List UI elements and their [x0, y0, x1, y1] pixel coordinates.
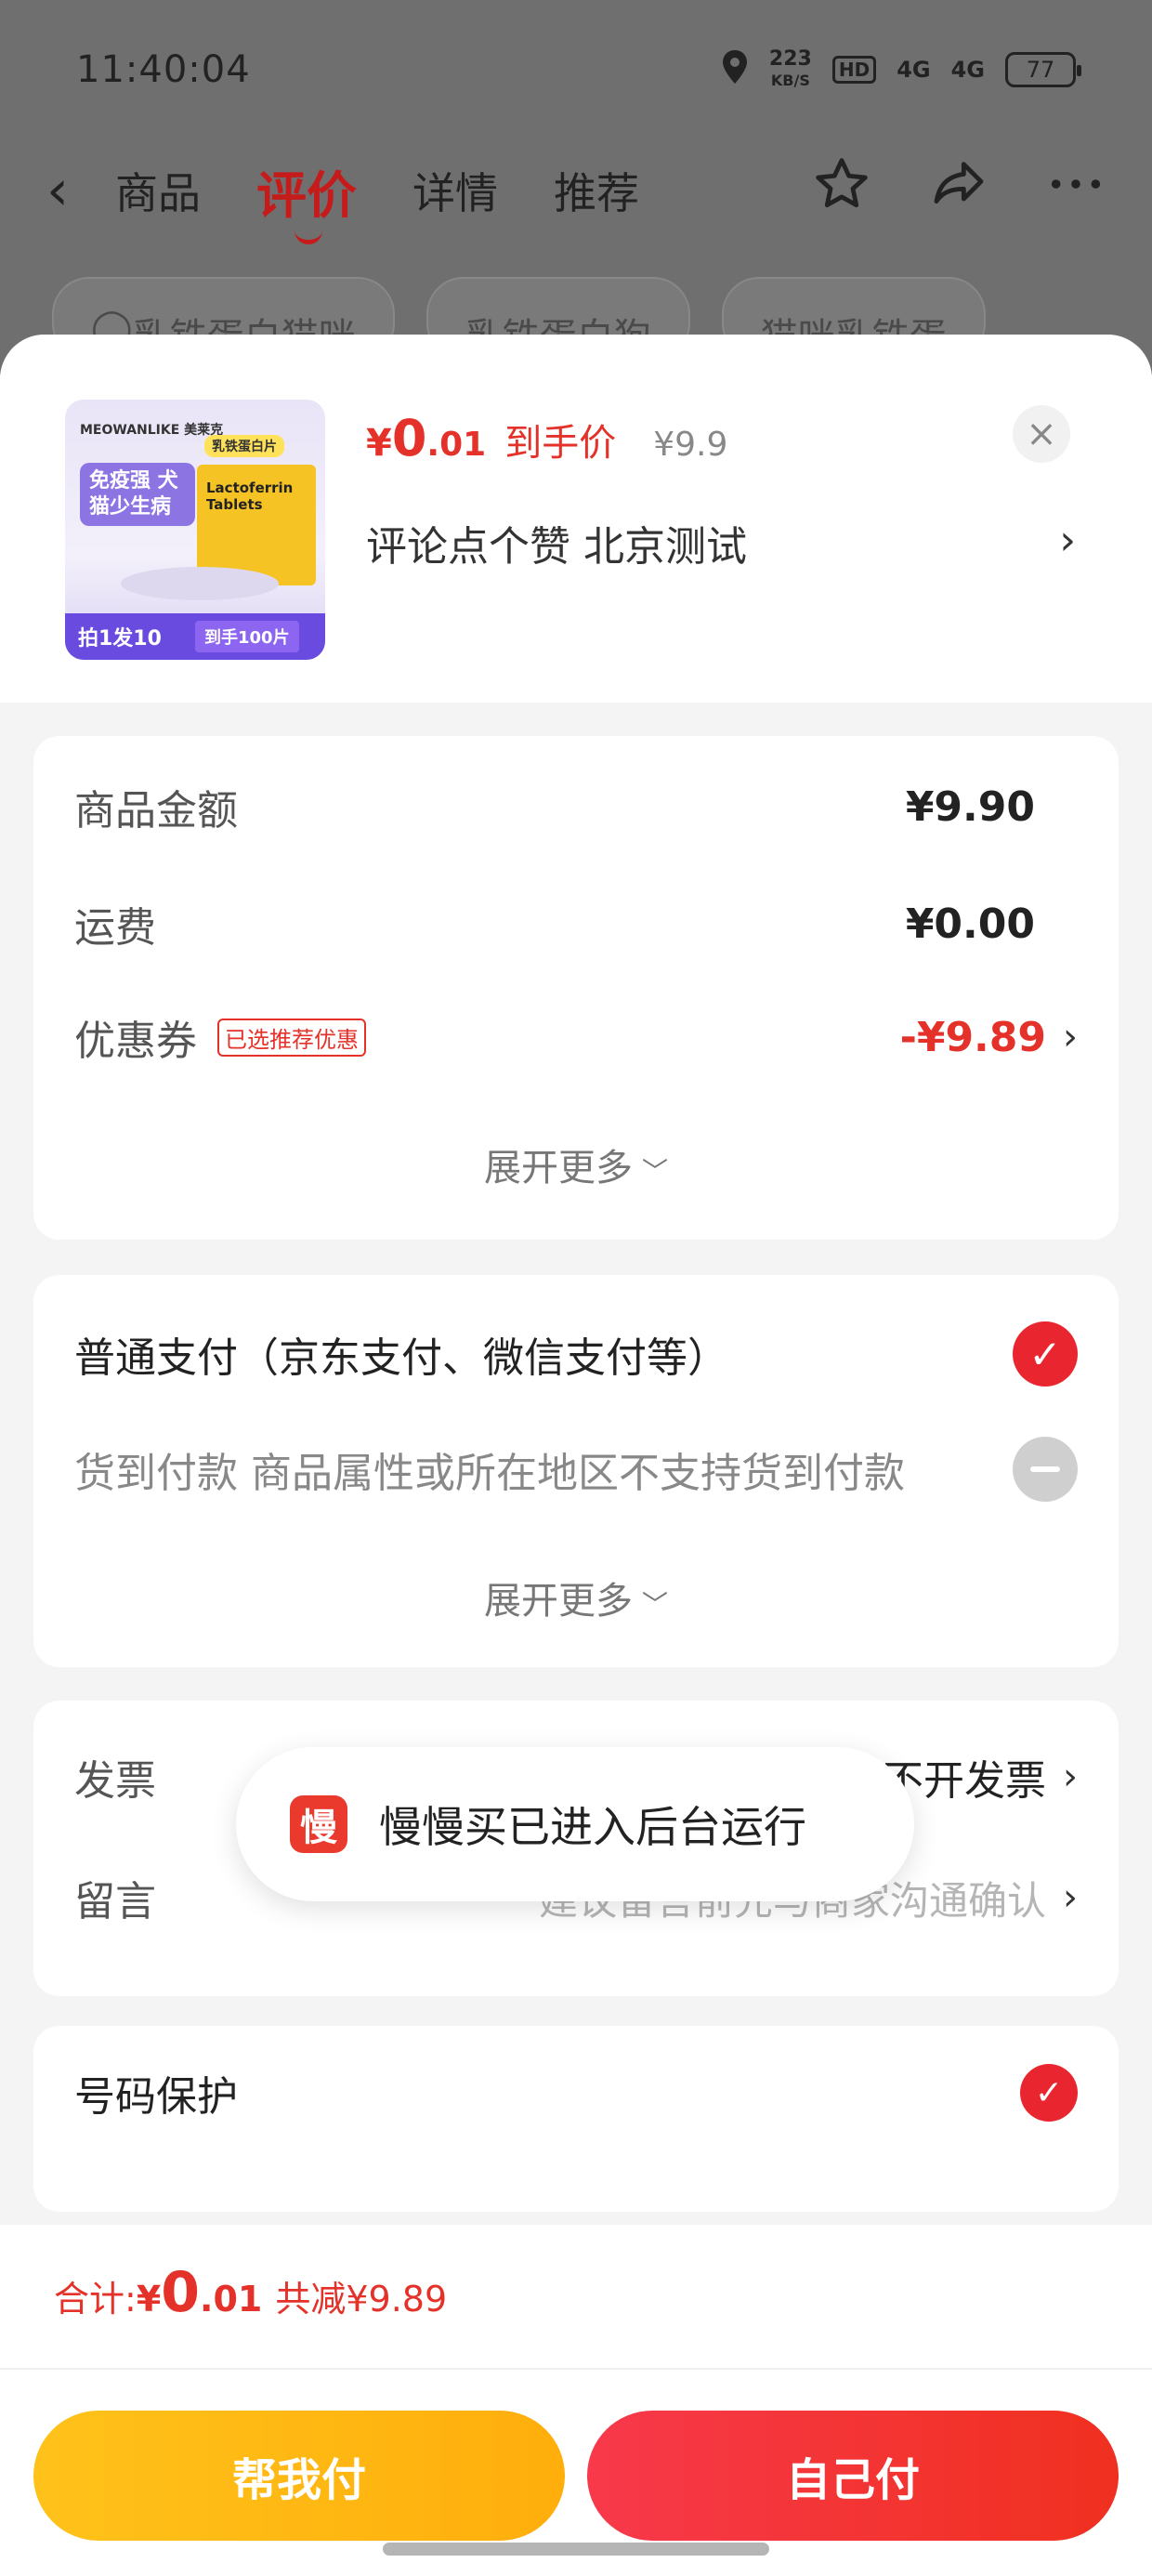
checked-icon[interactable]: ✓: [1013, 1321, 1078, 1387]
status-time: 11:40:04: [76, 48, 251, 91]
chevron-right-icon: ›: [1063, 1755, 1078, 1798]
amount-card: 商品金额 ¥9.90 运费 ¥0.00 优惠券 已选推荐优惠 -¥9.89 › …: [33, 736, 1119, 1240]
toast-message: 慢慢买已进入后台运行: [379, 1802, 806, 1852]
chevron-down-icon: ﹀: [641, 1156, 668, 1187]
signal-icon: 4G: [897, 57, 931, 83]
tab-details[interactable]: 详情: [412, 160, 498, 221]
background-toast: 慢 慢慢买已进入后台运行: [236, 1747, 914, 1901]
app-logo-icon: 慢: [290, 1795, 347, 1853]
product-title: 评论点个赞 北京测试: [366, 523, 747, 571]
product-summary: MEOWANLIKE 美莱克 乳铁蛋白片 免疫强 犬猫少生病 Lactoferr…: [0, 335, 1152, 703]
number-protection-row[interactable]: 号码保护 ✓: [74, 2063, 1078, 2123]
checked-icon[interactable]: ✓: [1020, 2064, 1078, 2122]
network-speed: 223 KB/S: [768, 46, 812, 89]
disabled-icon: [1013, 1437, 1078, 1502]
tab-reviews[interactable]: 评价: [256, 154, 357, 244]
discount-text: 共减¥9.89: [275, 2279, 448, 2320]
close-icon[interactable]: ×: [1013, 405, 1070, 463]
search-chips: ◯ 乳铁蛋白猫咪 乳铁蛋白狗 猫咪乳铁蛋: [0, 277, 1152, 342]
price-label: 到手价: [504, 422, 617, 465]
star-icon[interactable]: [812, 154, 871, 227]
search-chip[interactable]: 猫咪乳铁蛋: [721, 277, 986, 342]
product-image: MEOWANLIKE 美莱克 乳铁蛋白片 免疫强 犬猫少生病 Lactoferr…: [65, 400, 325, 660]
product-price: ¥ 0 .01 到手价 ¥9.9: [366, 409, 728, 467]
original-price: ¥9.9: [653, 426, 728, 464]
payment-option-normal[interactable]: 普通支付（京东支付、微信支付等） ✓: [74, 1321, 1078, 1387]
coupon-badge: 已选推荐优惠: [217, 1018, 366, 1057]
checkout-sheet: MEOWANLIKE 美莱克 乳铁蛋白片 免疫强 犬猫少生病 Lactoferr…: [0, 335, 1152, 2576]
signal-icon-2: 4G: [950, 57, 985, 83]
payment-card: 普通支付（京东支付、微信支付等） ✓ 货到付款 商品属性或所在地区不支持货到付款…: [33, 1275, 1119, 1667]
top-nav: ‹ 商品 评价 详情 推荐: [0, 139, 1152, 244]
chevron-right-icon: ›: [1063, 1016, 1078, 1058]
shipping-row: 运费 ¥0.00: [74, 900, 1035, 953]
hd-icon: HD: [831, 56, 877, 84]
battery-icon: 77: [1005, 52, 1081, 87]
expand-more-button[interactable]: 展开更多 ﹀: [33, 1137, 1119, 1191]
coupon-value: -¥9.89: [899, 1013, 1046, 1061]
more-icon[interactable]: [1046, 154, 1106, 227]
chevron-right-icon[interactable]: ›: [1059, 517, 1076, 564]
chevron-down-icon: ﹀: [641, 1589, 668, 1620]
status-bar: 11:40:04 223 KB/S HD 4G 4G 77: [0, 0, 1152, 139]
status-icons: 223 KB/S HD 4G 4G 77: [721, 46, 1081, 92]
goods-amount-row: 商品金额 ¥9.90: [74, 782, 1035, 835]
total-price: 合计: ¥ 0 .01 共减¥9.89: [54, 2260, 448, 2325]
checkout-bar: 合计: ¥ 0 .01 共减¥9.89 帮我付 自己付: [0, 2225, 1152, 2576]
coupon-row[interactable]: 优惠券 已选推荐优惠 -¥9.89 ›: [74, 1007, 1078, 1067]
search-chip[interactable]: ◯ 乳铁蛋白猫咪: [52, 277, 395, 342]
tab-recommend[interactable]: 推荐: [554, 160, 639, 221]
tab-goods[interactable]: 商品: [115, 160, 201, 221]
chevron-right-icon: ›: [1063, 1876, 1078, 1919]
expand-more-button[interactable]: 展开更多 ﹀: [33, 1571, 1119, 1624]
self-pay-button[interactable]: 自己付: [587, 2411, 1119, 2541]
back-icon[interactable]: ‹: [46, 158, 69, 223]
help-pay-button[interactable]: 帮我付: [33, 2411, 565, 2541]
share-icon[interactable]: [929, 154, 988, 227]
location-icon: [721, 48, 749, 92]
payment-option-cod: 货到付款 商品属性或所在地区不支持货到付款: [74, 1437, 1078, 1502]
privacy-card: 号码保护 ✓: [33, 2026, 1119, 2212]
search-chip[interactable]: 乳铁蛋白狗: [425, 277, 690, 342]
home-indicator[interactable]: [383, 2543, 769, 2556]
